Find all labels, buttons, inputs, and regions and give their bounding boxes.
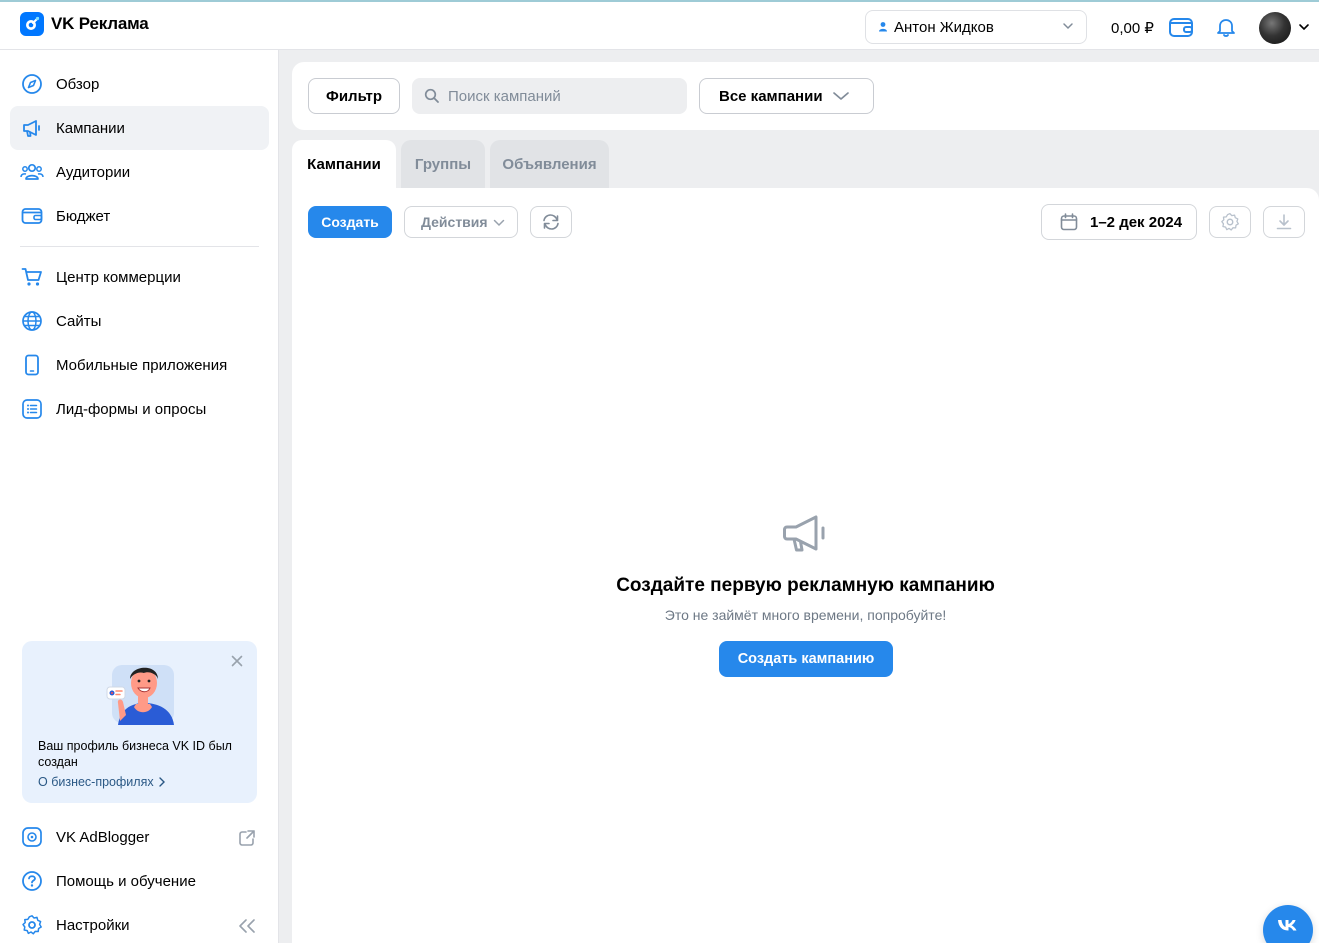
vk-ads-logo[interactable]: VK Реклама (20, 12, 149, 36)
sidebar-item-campaigns[interactable]: Кампании (10, 106, 269, 150)
sidebar-item-help[interactable]: Помощь и обучение (10, 859, 269, 903)
refresh-icon (543, 214, 559, 230)
bell-icon (1217, 19, 1235, 37)
globe-icon (20, 309, 44, 333)
promo-link-label: О бизнес-профилях (38, 775, 154, 789)
sidebar-item-label: VK AdBlogger (56, 828, 150, 846)
help-icon (20, 869, 44, 893)
person-illustration-icon (106, 665, 174, 725)
download-icon (1276, 214, 1292, 230)
campaigns-panel: Создать Действия 1–2 дек 2024 Создайте п… (292, 188, 1319, 943)
profile-chevron-down-icon[interactable] (1298, 23, 1310, 31)
actions-label: Действия (421, 214, 488, 230)
sidebar-item-settings[interactable]: Настройки (10, 903, 269, 943)
date-range-value: 1–2 дек 2024 (1090, 213, 1183, 231)
campaign-filter-dropdown[interactable]: Все кампании (699, 78, 874, 114)
phone-icon (20, 353, 44, 377)
sidebar-item-label: Обзор (56, 75, 100, 93)
tab-label: Группы (414, 155, 472, 173)
megaphone-icon (20, 116, 44, 140)
sidebar-item-vk-adblogger[interactable]: VK AdBlogger (10, 815, 269, 859)
date-range-picker[interactable]: 1–2 дек 2024 (1041, 204, 1197, 240)
sidebar-item-commerce[interactable]: Центр коммерции (10, 255, 269, 299)
vk-ads-logo-icon (20, 12, 44, 36)
list-icon (20, 397, 44, 421)
external-link-icon (239, 830, 255, 846)
chevron-down-icon (493, 219, 505, 227)
users-icon (20, 160, 44, 184)
sidebar-item-label: Лид-формы и опросы (56, 400, 207, 418)
balance-amount[interactable]: 0,00 ₽ (1111, 19, 1154, 37)
tab-label: Кампании (307, 155, 381, 173)
chevron-right-icon (158, 777, 165, 787)
adblogger-icon (20, 825, 44, 849)
sidebar-item-overview[interactable]: Обзор (10, 62, 269, 106)
create-button-label: Создать (321, 214, 379, 230)
gear-icon (1221, 213, 1239, 231)
notifications-button[interactable] (1215, 16, 1237, 38)
refresh-button[interactable] (530, 206, 572, 238)
sidebar-item-label: Бюджет (56, 207, 111, 225)
create-campaign-label: Создать кампанию (737, 651, 875, 667)
calendar-icon (1060, 213, 1078, 231)
sidebar-item-label: Кампании (56, 119, 125, 137)
sidebar-item-audiences[interactable]: Аудитории (10, 150, 269, 194)
actions-dropdown[interactable]: Действия (404, 206, 518, 238)
compass-icon (20, 72, 44, 96)
create-campaign-button[interactable]: Создать кампанию (719, 641, 893, 677)
sidebar-item-label: Сайты (56, 312, 102, 330)
sidebar-divider (20, 246, 259, 247)
megaphone-icon (783, 515, 825, 552)
chevron-down-icon (1063, 23, 1073, 30)
empty-state-subtitle: Это не займёт много времени, попробуйте! (664, 607, 947, 623)
sidebar-item-label: Настройки (56, 916, 130, 934)
cart-icon (20, 265, 44, 289)
table-settings-button[interactable] (1209, 206, 1251, 238)
search-box[interactable] (412, 78, 687, 114)
close-icon[interactable] (231, 655, 243, 667)
account-selector[interactable]: Антон Жидков (865, 10, 1087, 44)
user-icon (879, 22, 887, 32)
top-bar: VK Реклама Антон Жидков 0,00 ₽ (0, 0, 1319, 50)
filter-button[interactable]: Фильтр (308, 78, 400, 114)
sidebar-item-label: Помощь и обучение (56, 872, 196, 890)
empty-state-title: Создайте первую рекламную кампанию (616, 575, 995, 596)
filter-bar: Фильтр Все кампании (292, 62, 1319, 130)
promo-text: Ваш профиль бизнеса VK ID был создан (38, 739, 232, 769)
sidebar-item-label: Мобильные приложения (56, 356, 228, 374)
search-icon (424, 88, 439, 103)
sidebar: Обзор Кампании Аудитории Бюджет Центр ко… (0, 50, 279, 943)
business-profile-promo: Ваш профиль бизнеса VK ID был создан О б… (22, 641, 257, 803)
gear-icon (20, 913, 44, 937)
campaign-filter-value: Все кампании (719, 87, 823, 105)
sidebar-item-sites[interactable]: Сайты (10, 299, 269, 343)
download-button[interactable] (1263, 206, 1305, 238)
filter-button-label: Фильтр (326, 87, 382, 105)
app-name: VK Реклама (51, 14, 149, 33)
promo-link[interactable]: О бизнес-профилях (38, 775, 165, 789)
wallet-icon (20, 204, 44, 228)
create-button[interactable]: Создать (308, 206, 392, 238)
tab-campaigns[interactable]: Кампании (292, 140, 396, 188)
tab-ads[interactable]: Объявления (490, 140, 609, 188)
sidebar-item-label: Аудитории (56, 163, 131, 181)
user-avatar[interactable] (1259, 12, 1291, 44)
sidebar-item-mobile-apps[interactable]: Мобильные приложения (10, 343, 269, 387)
sidebar-item-lead-forms[interactable]: Лид-формы и опросы (10, 387, 269, 431)
sidebar-item-budget[interactable]: Бюджет (10, 194, 269, 238)
sidebar-item-label: Центр коммерции (56, 268, 181, 286)
tab-groups[interactable]: Группы (401, 140, 485, 188)
chevron-down-icon (833, 92, 849, 100)
vk-logo-icon (1278, 920, 1297, 931)
wallet-icon (1169, 18, 1193, 37)
account-name: Антон Жидков (894, 18, 994, 36)
search-input[interactable] (448, 87, 678, 105)
collapse-sidebar-icon[interactable] (238, 919, 256, 933)
tab-label: Объявления (502, 155, 597, 173)
wallet-button[interactable] (1168, 16, 1194, 38)
